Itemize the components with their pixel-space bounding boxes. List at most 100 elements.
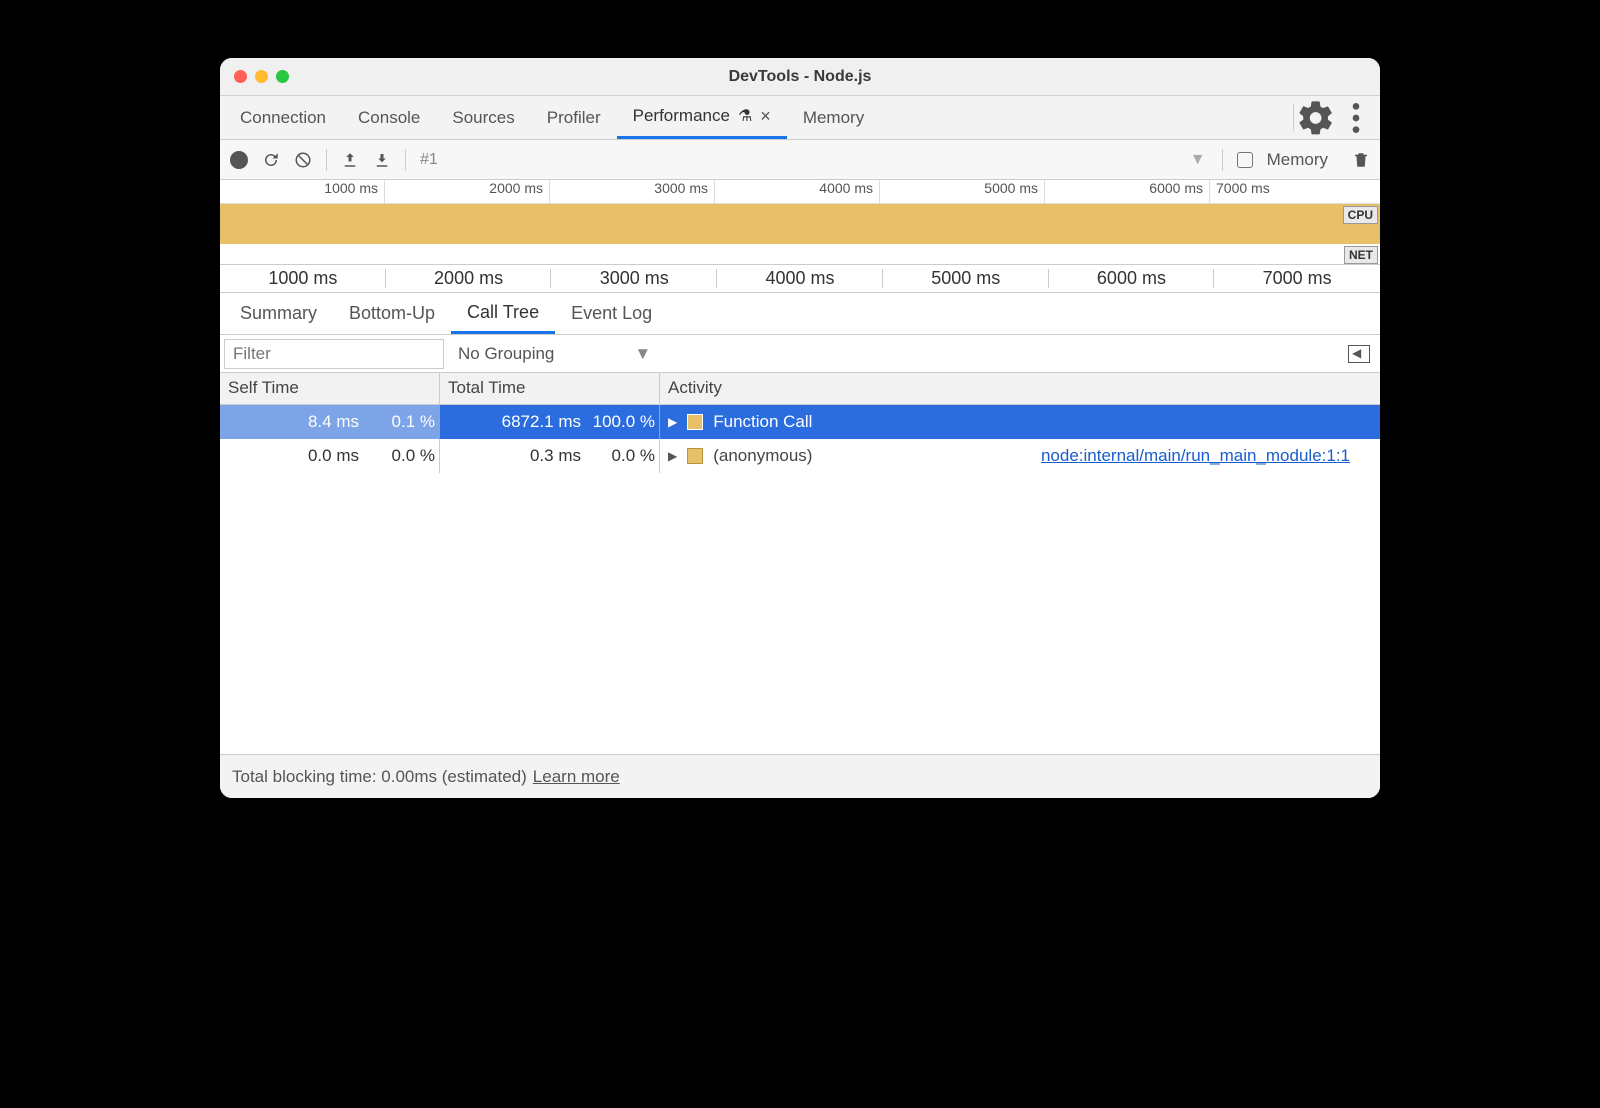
table-row[interactable]: 0.0 ms 0.0 % 0.3 ms 0.0 % ▶ (anonymous) … <box>220 439 1380 473</box>
kebab-icon <box>1336 98 1376 138</box>
subtab-label: Call Tree <box>467 302 539 323</box>
tab-label: Memory <box>803 108 864 128</box>
cell-activity: ▶ (anonymous) node:internal/main/run_mai… <box>660 439 1380 473</box>
total-pct: 0.0 % <box>585 446 655 466</box>
tab-sources[interactable]: Sources <box>436 96 530 139</box>
record-button[interactable] <box>230 151 248 169</box>
detail-ruler[interactable]: 1000 ms 2000 ms 3000 ms 4000 ms 5000 ms … <box>220 265 1380 293</box>
overview-ruler[interactable]: 1000 ms 2000 ms 3000 ms 4000 ms 5000 ms … <box>220 180 1380 204</box>
dropdown-icon[interactable]: ▼ <box>1190 151 1206 169</box>
heaviest-stack-toggle[interactable] <box>1348 345 1370 363</box>
subtab-summary[interactable]: Summary <box>224 293 333 334</box>
cell-self: 0.0 ms 0.0 % <box>220 439 440 473</box>
tab-label: Profiler <box>547 108 601 128</box>
reload-icon[interactable] <box>262 151 280 169</box>
recording-label[interactable]: #1 <box>420 151 1176 169</box>
chevron-down-icon: ▼ <box>634 344 651 364</box>
memory-checkbox-label: Memory <box>1267 150 1328 170</box>
total-ms: 0.3 ms <box>481 446 581 466</box>
subtab-calltree[interactable]: Call Tree <box>451 293 555 334</box>
status-bar: Total blocking time: 0.00ms (estimated) … <box>220 754 1380 798</box>
separator <box>405 149 406 171</box>
ruler-tick: 1000 ms <box>220 180 385 203</box>
filter-input[interactable] <box>224 339 444 369</box>
more-menu-button[interactable] <box>1336 96 1376 139</box>
ruler-tick: 4000 ms <box>717 265 883 292</box>
ruler-tick: 6000 ms <box>1049 265 1215 292</box>
tab-console[interactable]: Console <box>342 96 436 139</box>
ruler-tick: 2000 ms <box>385 180 550 203</box>
activity-name: (anonymous) <box>713 446 812 466</box>
source-link[interactable]: node:internal/main/run_main_module:1:1 <box>1041 446 1350 466</box>
col-self-time[interactable]: Self Time <box>220 373 440 404</box>
separator <box>1293 104 1294 131</box>
cpu-label: CPU <box>1343 206 1378 224</box>
minimize-window-button[interactable] <box>255 70 268 83</box>
cell-total: 0.3 ms 0.0 % <box>440 439 660 473</box>
total-ms: 6872.1 ms <box>481 412 581 432</box>
window-title: DevTools - Node.js <box>220 68 1380 86</box>
ruler-tick: 1000 ms <box>220 265 386 292</box>
overview-pane[interactable]: CPU NET <box>220 204 1380 265</box>
close-window-button[interactable] <box>234 70 247 83</box>
separator <box>326 149 327 171</box>
subtab-label: Summary <box>240 303 317 324</box>
filter-bar: No Grouping ▼ <box>220 335 1380 373</box>
self-ms: 8.4 ms <box>259 412 359 432</box>
self-ms: 0.0 ms <box>259 446 359 466</box>
settings-button[interactable] <box>1296 96 1336 139</box>
cell-total: 6872.1 ms 100.0 % <box>440 405 660 439</box>
download-icon[interactable] <box>373 151 391 169</box>
ruler-tick: 5000 ms <box>883 265 1049 292</box>
upload-icon[interactable] <box>341 151 359 169</box>
grouping-select[interactable]: No Grouping ▼ <box>458 344 651 364</box>
ruler-tick: 5000 ms <box>880 180 1045 203</box>
subtab-bottomup[interactable]: Bottom-Up <box>333 293 451 334</box>
tab-label: Connection <box>240 108 326 128</box>
tab-label: Console <box>358 108 420 128</box>
panel-tabs: Connection Console Sources Profiler Perf… <box>220 96 1380 140</box>
expand-icon[interactable]: ▶ <box>668 449 677 463</box>
activity-name: Function Call <box>713 412 812 432</box>
titlebar: DevTools - Node.js <box>220 58 1380 96</box>
expand-icon[interactable]: ▶ <box>668 415 677 429</box>
table-header: Self Time Total Time Activity <box>220 373 1380 405</box>
zoom-window-button[interactable] <box>276 70 289 83</box>
ruler-tick: 3000 ms <box>550 180 715 203</box>
self-pct: 0.1 % <box>365 412 435 432</box>
tab-memory[interactable]: Memory <box>787 96 880 139</box>
learn-more-link[interactable]: Learn more <box>533 767 620 787</box>
cell-activity: ▶ Function Call <box>660 405 1380 439</box>
cpu-overview-row: CPU <box>220 204 1380 244</box>
table-row[interactable]: 8.4 ms 0.1 % 6872.1 ms 100.0 % ▶ Functio… <box>220 405 1380 439</box>
flask-icon: ⚗ <box>738 106 752 126</box>
tab-connection[interactable]: Connection <box>224 96 342 139</box>
subtab-eventlog[interactable]: Event Log <box>555 293 668 334</box>
total-pct: 100.0 % <box>585 412 655 432</box>
clear-icon[interactable] <box>294 151 312 169</box>
subtab-label: Bottom-Up <box>349 303 435 324</box>
cell-self: 8.4 ms 0.1 % <box>220 405 440 439</box>
self-pct: 0.0 % <box>365 446 435 466</box>
memory-checkbox[interactable] <box>1237 152 1253 168</box>
tab-performance[interactable]: Performance ⚗ × <box>617 96 787 139</box>
col-activity[interactable]: Activity <box>660 373 1380 404</box>
tab-profiler[interactable]: Profiler <box>531 96 617 139</box>
tab-label: Performance <box>633 106 730 126</box>
net-label: NET <box>1344 246 1378 264</box>
gear-icon <box>1296 98 1336 138</box>
devtools-window: DevTools - Node.js Connection Console So… <box>220 58 1380 798</box>
window-controls <box>234 70 289 83</box>
stack-icon <box>1348 345 1370 363</box>
performance-toolbar: #1 ▼ Memory <box>220 140 1380 180</box>
ruler-tick: 7000 ms <box>1214 265 1380 292</box>
category-swatch <box>687 448 703 464</box>
net-overview-row: NET <box>220 244 1380 264</box>
col-total-time[interactable]: Total Time <box>440 373 660 404</box>
details-tabs: Summary Bottom-Up Call Tree Event Log <box>220 293 1380 335</box>
close-tab-icon[interactable]: × <box>760 106 771 127</box>
separator <box>1222 149 1223 171</box>
ruler-tick: 7000 ms <box>1210 180 1380 203</box>
trash-icon[interactable] <box>1352 151 1370 169</box>
ruler-tick: 3000 ms <box>551 265 717 292</box>
